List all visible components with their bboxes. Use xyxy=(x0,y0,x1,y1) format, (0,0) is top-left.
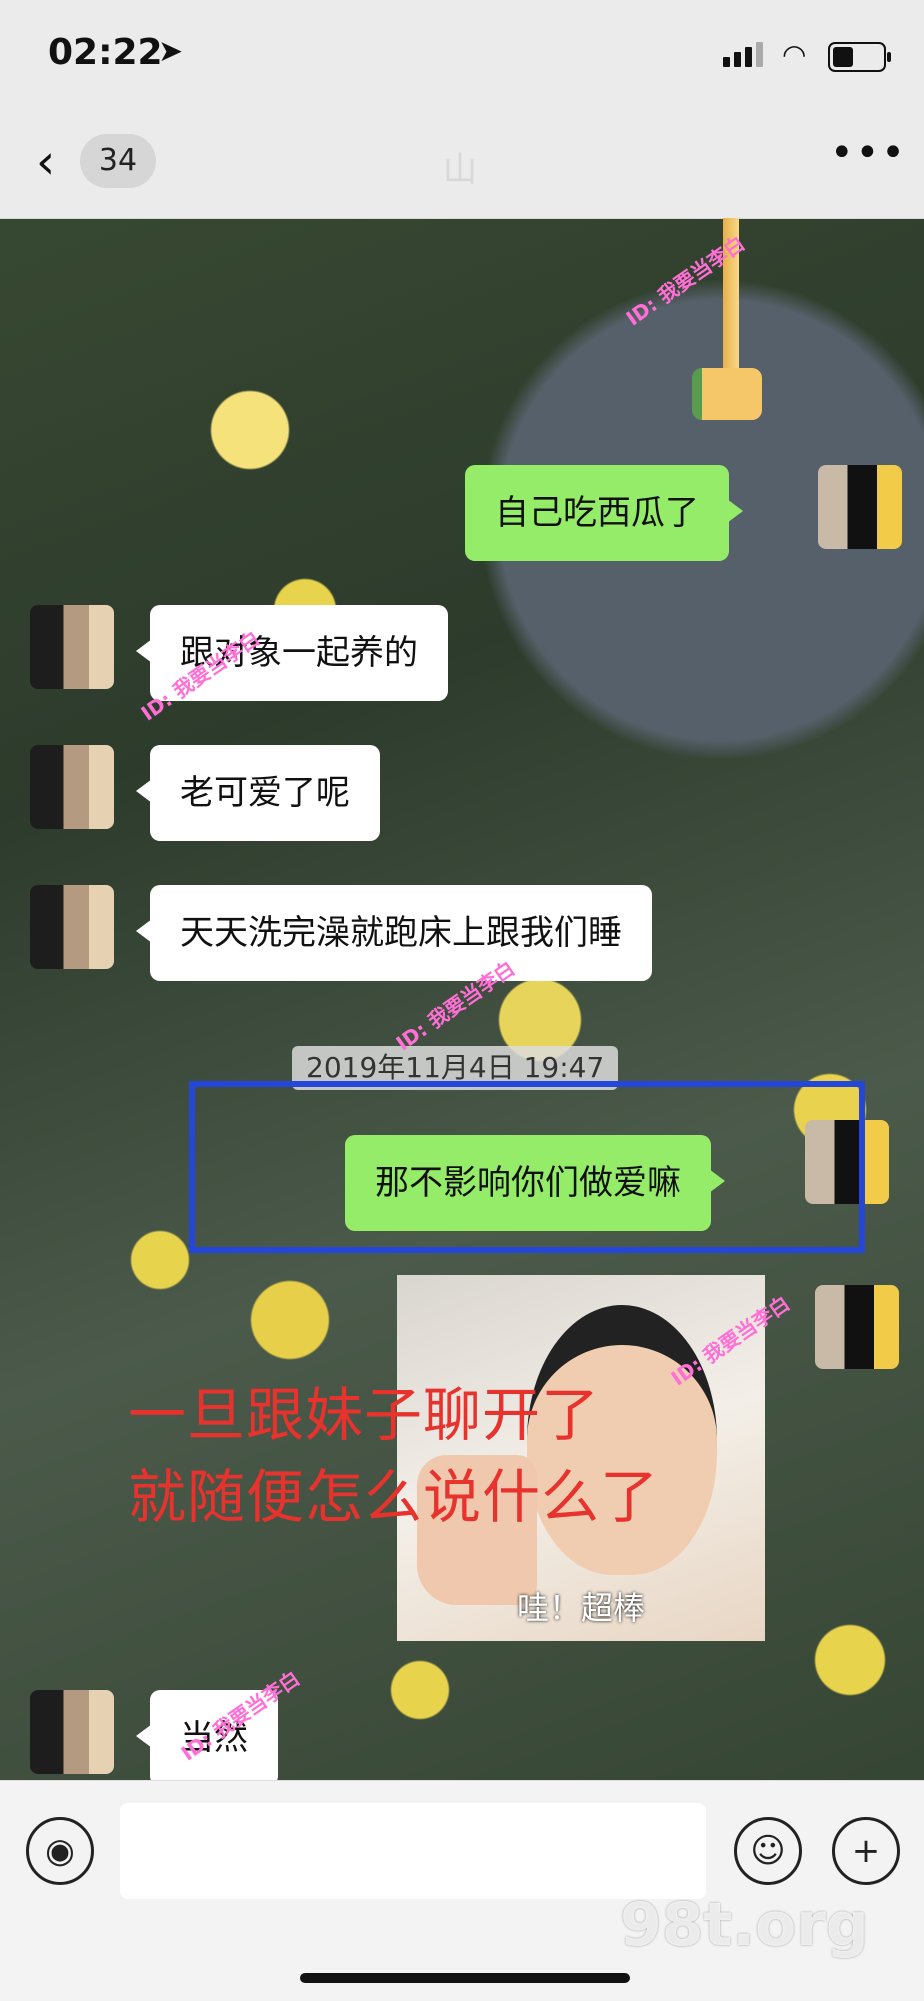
contact-avatar[interactable] xyxy=(30,1690,114,1774)
contact-avatar[interactable] xyxy=(30,605,114,689)
site-watermark: 98t.org xyxy=(620,1890,869,1960)
status-bar: 02:22 ➤ ◠ xyxy=(0,0,924,112)
wifi-icon: ◠ xyxy=(782,38,807,71)
more-options-button[interactable]: ••• xyxy=(830,130,907,176)
my-avatar[interactable] xyxy=(815,1285,899,1369)
voice-icon[interactable]: ◉ xyxy=(26,1817,94,1885)
home-indicator[interactable] xyxy=(300,1973,630,1983)
plus-icon[interactable]: + xyxy=(832,1817,900,1885)
message-bubble-received[interactable]: 老可爱了呢 xyxy=(136,745,380,841)
sticker-caption: 哇！超棒 xyxy=(516,1589,645,1627)
smiley-icon[interactable]: ☺ xyxy=(734,1817,802,1885)
highlight-box xyxy=(189,1081,865,1253)
overlay-annotation-line1: 一旦跟妹子聊开了 xyxy=(128,1381,601,1449)
message-bubble-received[interactable]: 天天洗完澡就跑床上跟我们睡 xyxy=(136,885,652,981)
chat-title: 山 xyxy=(443,150,477,190)
location-arrow-icon: ➤ xyxy=(158,34,184,69)
my-avatar[interactable] xyxy=(818,465,902,549)
cellular-signal-icon xyxy=(723,42,767,67)
contact-avatar[interactable] xyxy=(30,745,114,829)
unread-count-badge[interactable]: 34 xyxy=(80,134,156,188)
contact-avatar[interactable] xyxy=(30,885,114,969)
battery-icon xyxy=(828,42,891,72)
chat-header: ‹ 34 山 ••• xyxy=(0,112,924,219)
message-input[interactable] xyxy=(120,1803,706,1899)
overlay-annotation-line2: 就随便怎么说什么了 xyxy=(128,1463,660,1531)
message-bubble-sent[interactable]: 自己吃西瓜了 xyxy=(465,465,743,561)
status-time: 02:22 xyxy=(48,32,163,73)
chevron-left-icon[interactable]: ‹ xyxy=(36,138,55,186)
